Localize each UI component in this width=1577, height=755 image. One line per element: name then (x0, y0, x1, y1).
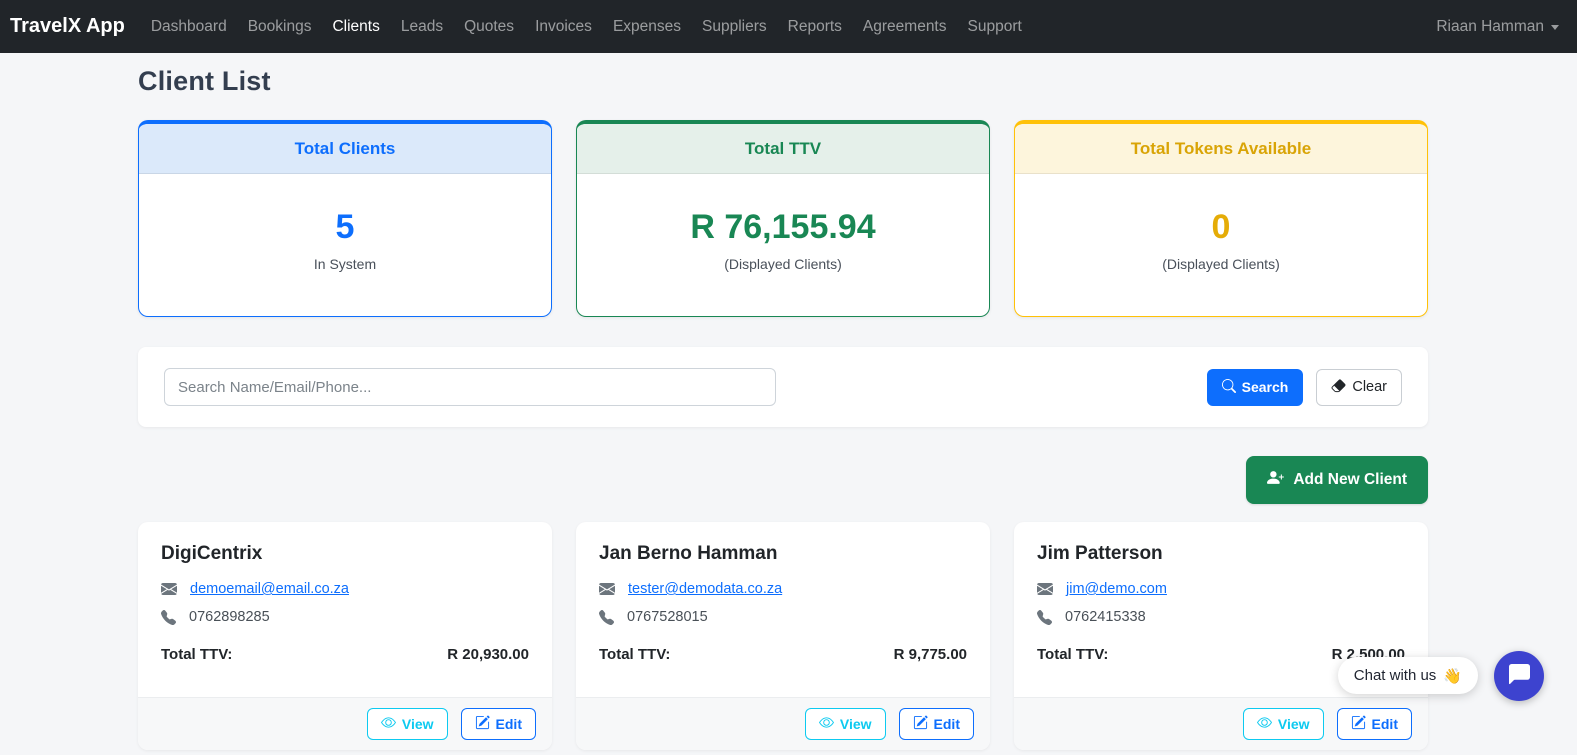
client-phone: 0767528015 (627, 609, 708, 625)
page-title: Client List (138, 66, 1428, 97)
eraser-icon (1331, 378, 1346, 397)
clear-button-label: Clear (1352, 379, 1387, 395)
add-new-client-label: Add New Client (1293, 471, 1407, 489)
pencil-square-icon (913, 715, 928, 733)
summary-card-subtitle: In System (314, 256, 376, 272)
client-card: DigiCentrix demoemail@email.co.za 076289… (138, 522, 552, 750)
summary-card-subtitle: (Displayed Clients) (1162, 256, 1279, 272)
summary-card-value: 0 (1212, 210, 1231, 244)
clear-button[interactable]: Clear (1316, 369, 1402, 406)
eye-icon (819, 715, 834, 733)
app-brand[interactable]: TravelX App (10, 15, 125, 38)
navbar: TravelX App Dashboard Bookings Clients L… (0, 0, 1577, 53)
summary-card-title: Total Tokens Available (1015, 124, 1427, 174)
nav-item-bookings[interactable]: Bookings (248, 18, 312, 36)
chat-label: Chat with us (1354, 667, 1437, 684)
view-client-button[interactable]: View (1243, 708, 1324, 740)
summary-card-title: Total TTV (577, 124, 989, 174)
phone-icon (1037, 610, 1052, 625)
person-plus-icon (1267, 469, 1284, 491)
search-input[interactable] (164, 368, 776, 406)
nav-item-suppliers[interactable]: Suppliers (702, 18, 767, 36)
nav-item-expenses[interactable]: Expenses (613, 18, 681, 36)
ttv-label: Total TTV: (1037, 646, 1108, 663)
nav-item-reports[interactable]: Reports (788, 18, 842, 36)
nav-links: Dashboard Bookings Clients Leads Quotes … (151, 18, 1022, 36)
add-new-client-button[interactable]: Add New Client (1246, 456, 1428, 504)
summary-card-value: 5 (336, 210, 355, 244)
edit-client-button[interactable]: Edit (899, 708, 974, 740)
chat-with-us-bubble[interactable]: Chat with us 👋 (1338, 657, 1478, 694)
eye-icon (381, 715, 396, 733)
phone-icon (599, 610, 614, 625)
search-button-label: Search (1242, 379, 1289, 395)
view-client-button[interactable]: View (805, 708, 886, 740)
ttv-label: Total TTV: (599, 646, 670, 663)
user-menu[interactable]: Riaan Hamman (1436, 18, 1559, 36)
envelope-icon (599, 581, 615, 597)
client-name: Jan Berno Hamman (599, 543, 967, 565)
chat-bubble-icon (1509, 664, 1530, 688)
envelope-icon (161, 581, 177, 597)
user-name: Riaan Hamman (1436, 18, 1544, 36)
nav-item-agreements[interactable]: Agreements (863, 18, 947, 36)
client-card: Jan Berno Hamman tester@demodata.co.za 0… (576, 522, 990, 750)
client-card: Jim Patterson jim@demo.com 0762415338 To… (1014, 522, 1428, 750)
nav-item-clients[interactable]: Clients (332, 18, 379, 36)
client-email-link[interactable]: tester@demodata.co.za (628, 581, 782, 597)
nav-item-leads[interactable]: Leads (401, 18, 443, 36)
summary-card-total-ttv: Total TTV R 76,155.94 (Displayed Clients… (576, 120, 990, 317)
summary-card-subtitle: (Displayed Clients) (724, 256, 841, 272)
search-panel: Search Clear (138, 347, 1428, 427)
summary-card-value: R 76,155.94 (690, 210, 875, 244)
main-content: Client List Total Clients 5 In System To… (138, 66, 1428, 750)
client-name: Jim Patterson (1037, 543, 1405, 565)
summary-card-total-clients: Total Clients 5 In System (138, 120, 552, 317)
client-phone: 0762898285 (189, 609, 270, 625)
edit-client-button[interactable]: Edit (461, 708, 536, 740)
pencil-square-icon (1351, 715, 1366, 733)
edit-client-button[interactable]: Edit (1337, 708, 1412, 740)
caret-down-icon (1551, 25, 1559, 30)
summary-card-title: Total Clients (139, 124, 551, 174)
client-phone: 0762415338 (1065, 609, 1146, 625)
envelope-icon (1037, 581, 1053, 597)
wave-emoji: 👋 (1443, 667, 1462, 685)
client-cards-grid: DigiCentrix demoemail@email.co.za 076289… (138, 522, 1428, 750)
chat-launcher-button[interactable] (1494, 651, 1544, 701)
nav-item-invoices[interactable]: Invoices (535, 18, 592, 36)
pencil-square-icon (475, 715, 490, 733)
nav-item-quotes[interactable]: Quotes (464, 18, 514, 36)
ttv-value: R 9,775.00 (894, 646, 967, 663)
search-icon (1222, 379, 1236, 396)
ttv-label: Total TTV: (161, 646, 232, 663)
nav-item-support[interactable]: Support (968, 18, 1022, 36)
search-button[interactable]: Search (1207, 369, 1304, 406)
client-email-link[interactable]: jim@demo.com (1066, 581, 1167, 597)
nav-item-dashboard[interactable]: Dashboard (151, 18, 227, 36)
eye-icon (1257, 715, 1272, 733)
client-email-link[interactable]: demoemail@email.co.za (190, 581, 349, 597)
client-name: DigiCentrix (161, 543, 529, 565)
view-client-button[interactable]: View (367, 708, 448, 740)
ttv-value: R 20,930.00 (447, 646, 529, 663)
summary-cards-row: Total Clients 5 In System Total TTV R 76… (138, 120, 1428, 317)
summary-card-total-tokens: Total Tokens Available 0 (Displayed Clie… (1014, 120, 1428, 317)
phone-icon (161, 610, 176, 625)
